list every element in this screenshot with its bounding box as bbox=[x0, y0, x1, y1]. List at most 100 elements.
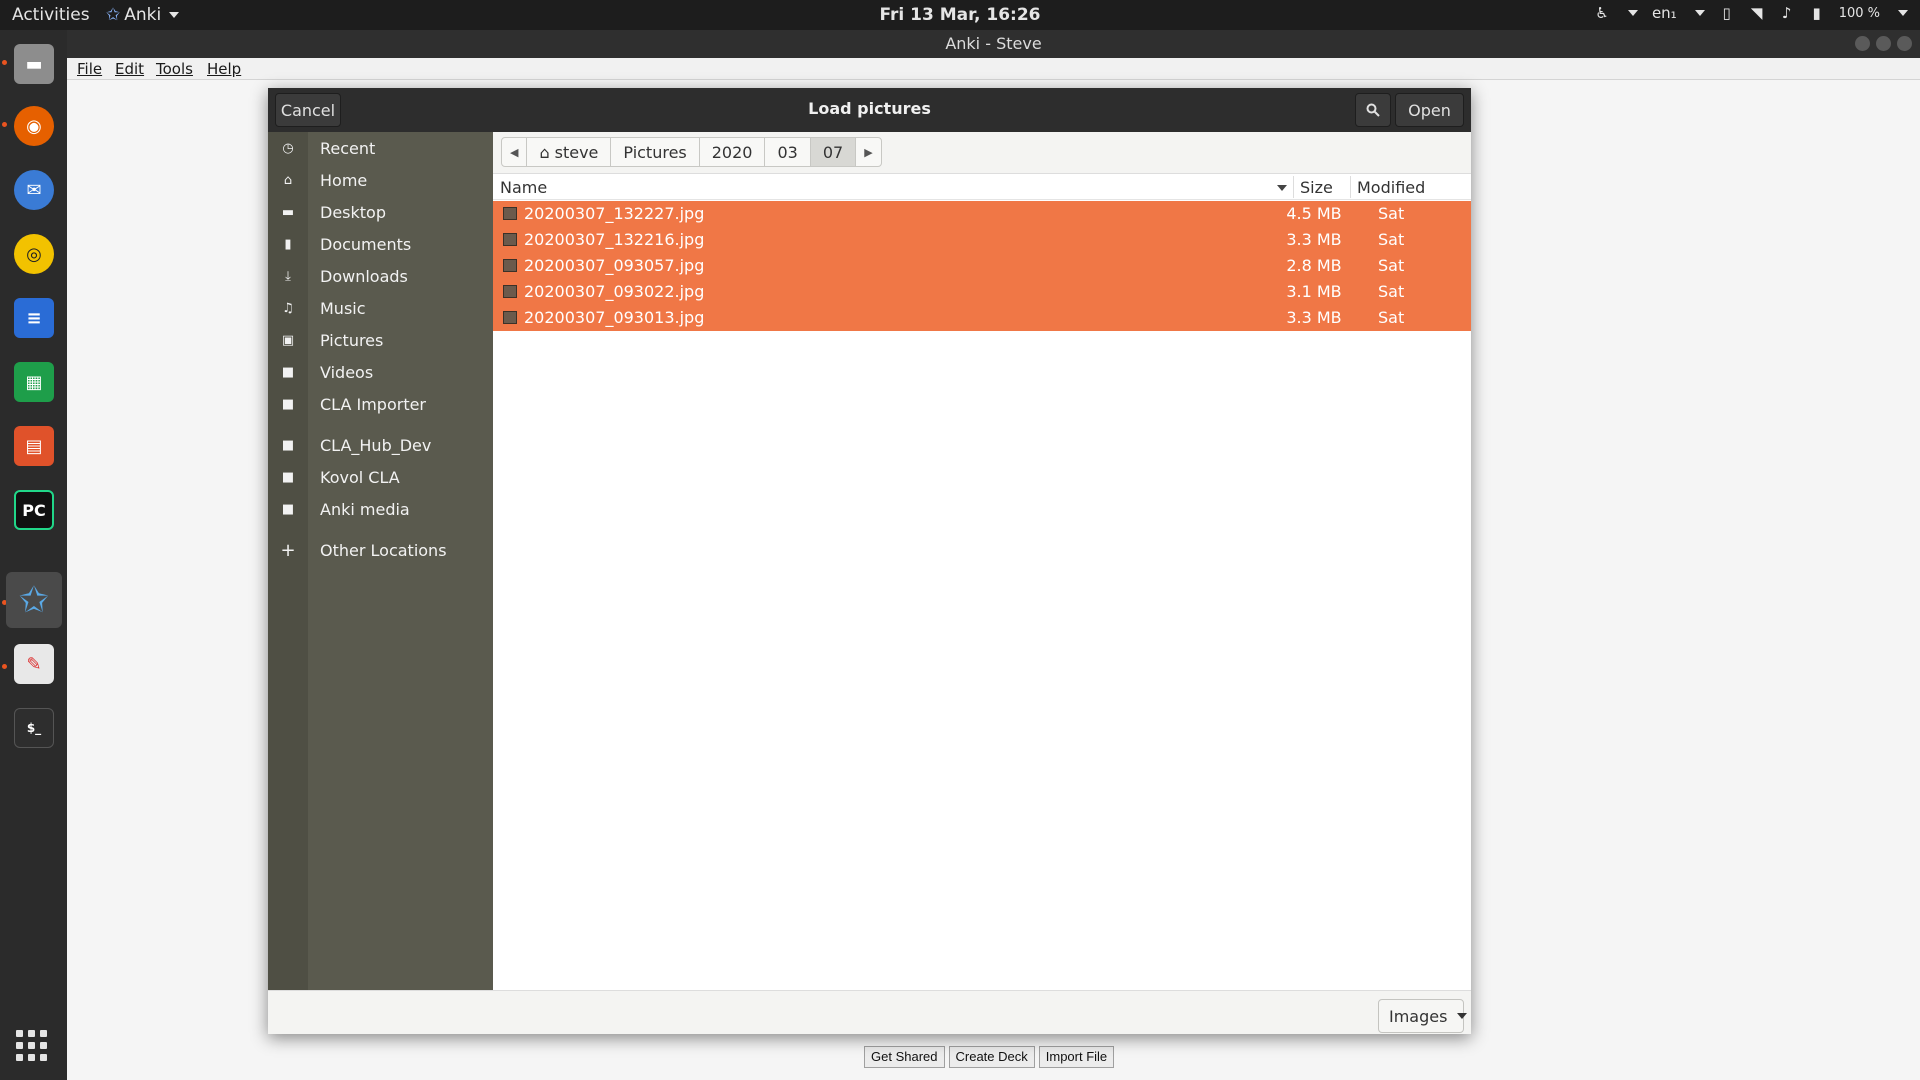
sidebar-item-documents[interactable]: ▮ Documents bbox=[268, 230, 493, 258]
sidebar-item-kovol-cla[interactable]: ■ Kovol CLA bbox=[268, 463, 493, 491]
file-name: 20200307_132227.jpg bbox=[524, 204, 705, 223]
document-icon: ▮ bbox=[284, 236, 292, 252]
image-thumbnail-icon bbox=[503, 207, 517, 220]
dialog-title: Load pictures bbox=[808, 99, 931, 118]
sidebar-item-label: Desktop bbox=[320, 202, 386, 222]
chevron-left-icon: ◀ bbox=[510, 145, 519, 159]
dock-anki[interactable]: ✩ bbox=[6, 572, 62, 628]
folder-icon: ■ bbox=[281, 396, 295, 412]
file-row[interactable]: 20200307_093022.jpg 3.1 MB Sat bbox=[493, 279, 1471, 305]
sidebar-item-home[interactable]: ⌂ Home bbox=[268, 166, 493, 194]
volume-icon: ♪ bbox=[1781, 4, 1792, 22]
impress-icon: ▤ bbox=[14, 426, 54, 466]
places-sidebar: ◷ Recent ⌂ Home ▬ Desktop ▮ Documents ⤓ Downl… bbox=[268, 132, 493, 990]
top-bar: Activities ✩ Anki Fri 13 Mar, 16:26 ♿︎ e… bbox=[0, 0, 1920, 30]
file-size: 3.3 MB bbox=[1286, 230, 1342, 249]
sidebar-item-downloads[interactable]: ⤓ Downloads bbox=[268, 262, 493, 290]
file-type-filter[interactable]: Images bbox=[1378, 999, 1468, 1033]
image-thumbnail-icon bbox=[503, 311, 517, 324]
sidebar-item-pictures[interactable]: ▣ Pictures bbox=[268, 326, 493, 354]
dock-firefox[interactable]: ◉ bbox=[6, 98, 62, 154]
file-size: 4.5 MB bbox=[1286, 204, 1342, 223]
sidebar-item-videos[interactable]: ■ Videos bbox=[268, 358, 493, 386]
file-modified: Sat bbox=[1378, 308, 1405, 327]
sidebar-item-label: CLA_Hub_Dev bbox=[320, 435, 432, 455]
dock-rhythmbox[interactable]: ◎ bbox=[6, 226, 62, 282]
get-shared-button[interactable]: Get Shared bbox=[864, 1046, 945, 1068]
sidebar-item-recent[interactable]: ◷ Recent bbox=[268, 134, 493, 162]
home-icon: ⌂ bbox=[539, 142, 550, 162]
pycharm-icon: PC bbox=[14, 490, 54, 530]
file-row[interactable]: 20200307_132216.jpg 3.3 MB Sat bbox=[493, 227, 1471, 253]
app-menu[interactable]: ✩ Anki bbox=[106, 5, 180, 25]
file-row[interactable]: 20200307_093057.jpg 2.8 MB Sat bbox=[493, 253, 1471, 279]
sidebar-item-other-locations[interactable]: + Other Locations bbox=[268, 536, 493, 564]
import-file-button[interactable]: Import File bbox=[1038, 1046, 1115, 1068]
chevron-down-icon bbox=[1694, 10, 1705, 16]
folder-icon: ■ bbox=[281, 469, 295, 485]
dock-calc[interactable]: ▦ bbox=[6, 354, 62, 410]
wifi-icon: ◥ bbox=[1750, 4, 1763, 22]
dock-writer[interactable]: ≡ bbox=[6, 290, 62, 346]
dock-thunderbird[interactable]: ✉ bbox=[6, 162, 62, 218]
dock-text-editor[interactable]: ✎ bbox=[6, 636, 62, 692]
activities-button[interactable]: Activities bbox=[12, 5, 90, 25]
path-forward-button[interactable]: ▶ bbox=[856, 138, 880, 166]
text-editor-icon: ✎ bbox=[14, 644, 54, 684]
file-name: 20200307_093057.jpg bbox=[524, 256, 705, 275]
files-icon: ▬ bbox=[14, 44, 54, 84]
open-button[interactable]: Open bbox=[1395, 93, 1464, 127]
rhythmbox-icon: ◎ bbox=[14, 234, 54, 274]
sidebar-item-label: Downloads bbox=[320, 266, 408, 286]
window-titlebar: Anki - Steve bbox=[67, 30, 1920, 58]
path-back-button[interactable]: ◀ bbox=[502, 138, 528, 166]
system-tray[interactable]: ♿︎ en₁ ▯ ◥ ♪ ▮ 100 % bbox=[1594, 4, 1908, 22]
column-modified[interactable]: Modified bbox=[1357, 178, 1425, 197]
sidebar-item-label: CLA Importer bbox=[320, 394, 427, 414]
dock-impress[interactable]: ▤ bbox=[6, 418, 62, 474]
dock: ▬ ◉ ✉ ◎ ≡ ▦ ▤ PC ✩ ✎ $_ bbox=[0, 30, 67, 1080]
path-crumb[interactable]: Pictures bbox=[611, 138, 700, 166]
language-indicator[interactable]: en₁ bbox=[1652, 4, 1677, 22]
plus-icon: + bbox=[280, 539, 296, 561]
dock-terminal[interactable]: $_ bbox=[6, 700, 62, 756]
dock-files[interactable]: ▬ bbox=[6, 36, 62, 92]
show-applications-icon[interactable] bbox=[16, 1030, 48, 1062]
sidebar-item-desktop[interactable]: ▬ Desktop bbox=[268, 198, 493, 226]
maximize-button[interactable] bbox=[1876, 36, 1891, 51]
image-thumbnail-icon bbox=[503, 259, 517, 272]
search-button[interactable] bbox=[1355, 93, 1391, 127]
column-size[interactable]: Size bbox=[1300, 178, 1333, 197]
sidebar-item-anki-media[interactable]: ■ Anki media bbox=[268, 495, 493, 523]
sidebar-item-cla-hub-dev[interactable]: ■ CLA_Hub_Dev bbox=[268, 431, 493, 459]
minimize-button[interactable] bbox=[1855, 36, 1870, 51]
firefox-icon: ◉ bbox=[14, 106, 54, 146]
create-deck-button[interactable]: Create Deck bbox=[948, 1046, 1035, 1068]
dock-pycharm[interactable]: PC bbox=[6, 482, 62, 538]
file-name: 20200307_093013.jpg bbox=[524, 308, 705, 327]
dialog-footer: Images bbox=[268, 990, 1471, 1034]
cancel-button[interactable]: Cancel bbox=[275, 93, 341, 127]
menu-bar: File Edit Tools Help bbox=[67, 58, 1920, 80]
sidebar-item-music[interactable]: ♫ Music bbox=[268, 294, 493, 322]
file-list-pane: ◀ ⌂ steve Pictures 2020 03 07 ▶ Name Size… bbox=[493, 132, 1471, 990]
menu-help[interactable]: Help bbox=[207, 60, 241, 78]
clock[interactable]: Fri 13 Mar, 16:26 bbox=[880, 5, 1041, 25]
sidebar-item-label: Other Locations bbox=[320, 540, 447, 560]
image-thumbnail-icon bbox=[503, 233, 517, 246]
file-row[interactable]: 20200307_093013.jpg 3.3 MB Sat bbox=[493, 305, 1471, 331]
path-crumb-current[interactable]: 07 bbox=[810, 138, 857, 166]
column-name[interactable]: Name bbox=[500, 178, 547, 197]
file-row[interactable]: 20200307_132227.jpg 4.5 MB Sat bbox=[493, 201, 1471, 227]
menu-tools[interactable]: Tools bbox=[156, 60, 193, 78]
sidebar-item-cla-importer[interactable]: ■ CLA Importer bbox=[268, 390, 493, 418]
path-crumb[interactable]: 2020 bbox=[700, 138, 766, 166]
menu-edit[interactable]: Edit bbox=[115, 60, 144, 78]
path-crumb[interactable]: 03 bbox=[765, 138, 811, 166]
path-crumb-home[interactable]: ⌂ steve bbox=[527, 138, 612, 166]
menu-file[interactable]: File bbox=[77, 60, 102, 78]
accessibility-icon[interactable]: ♿︎ bbox=[1594, 5, 1610, 21]
chevron-right-icon: ▶ bbox=[864, 145, 873, 159]
file-size: 2.8 MB bbox=[1286, 256, 1342, 275]
close-button[interactable] bbox=[1897, 36, 1912, 51]
